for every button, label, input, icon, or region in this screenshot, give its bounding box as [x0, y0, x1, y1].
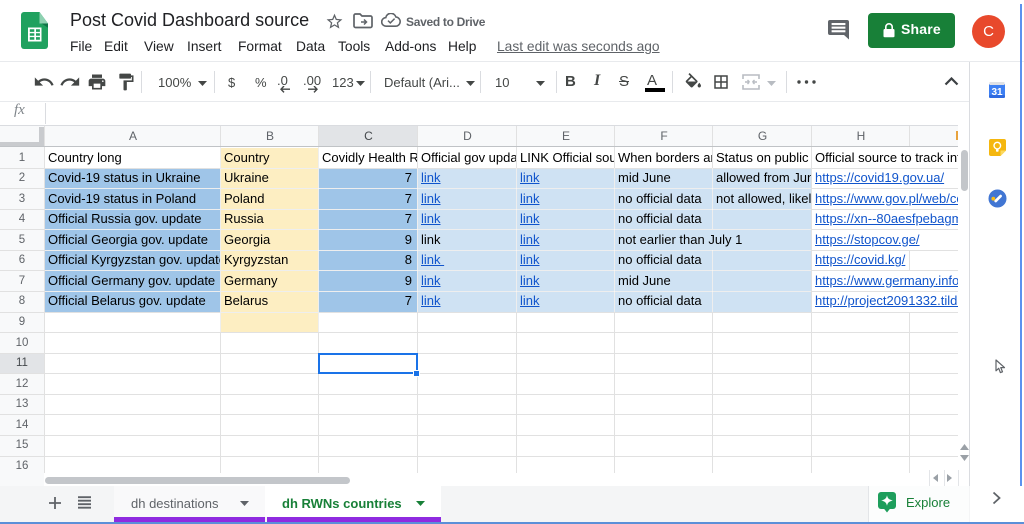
- svg-text:31: 31: [991, 87, 1003, 98]
